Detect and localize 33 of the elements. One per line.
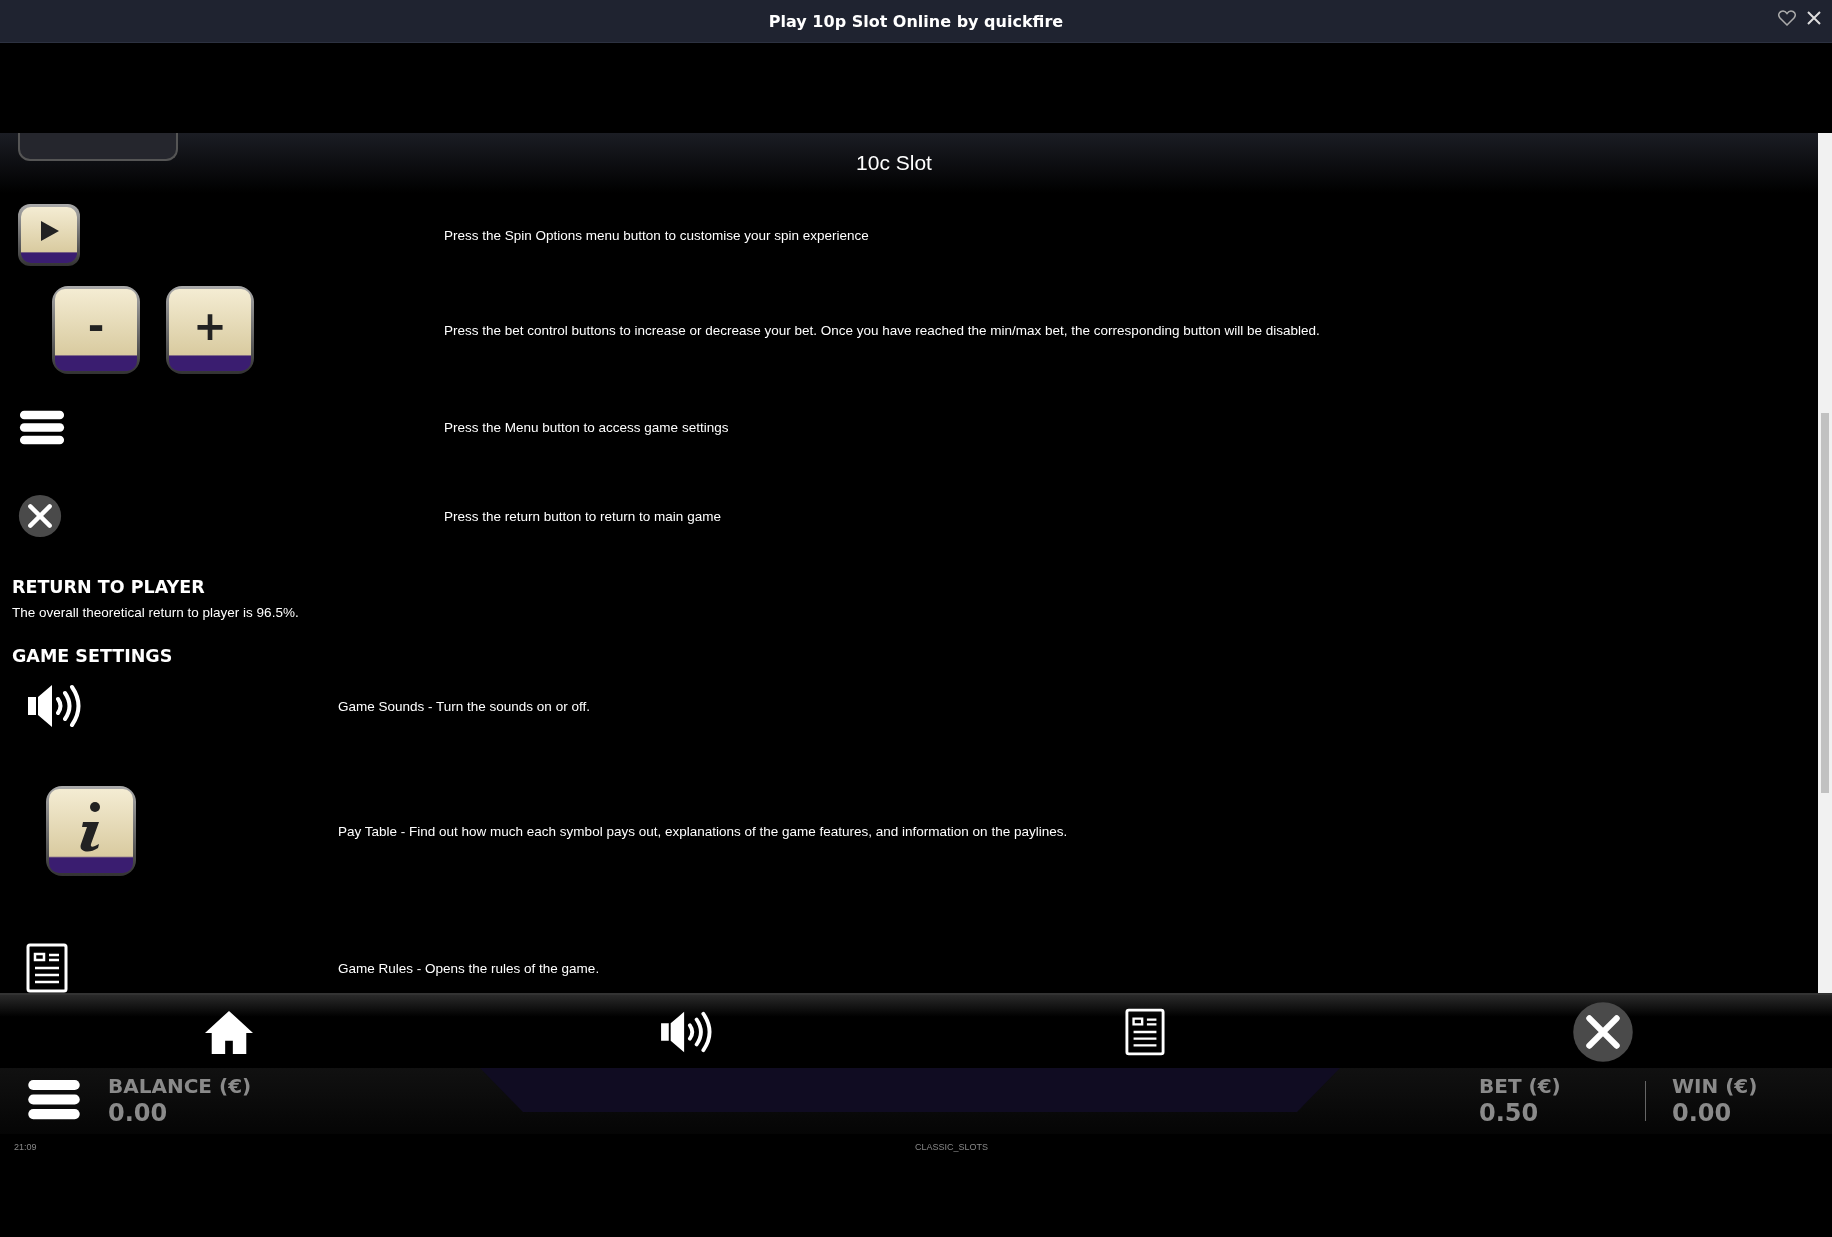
control-description: Press the Spin Options menu button to customise your spin experience bbox=[444, 227, 870, 243]
scrollbar[interactable] bbox=[1818, 133, 1832, 993]
close-icon bbox=[18, 494, 62, 538]
play-button-icon bbox=[18, 204, 80, 266]
section-heading: GAME SETTINGS bbox=[11, 646, 174, 666]
close-icon bbox=[1572, 1000, 1634, 1063]
control-description: Press the return button to return to main game bbox=[444, 508, 722, 524]
help-title: 10c Slot bbox=[856, 151, 932, 175]
setting-description: Game Rules - Opens the rules of the game. bbox=[338, 960, 601, 976]
win-value: 0.00 bbox=[1672, 1098, 1733, 1128]
heart-icon[interactable] bbox=[1778, 10, 1796, 26]
setting-description: Pay Table - Find out how much each symbol pays out, explanations of the game features, and information on the paylines. bbox=[338, 823, 1069, 839]
balance-value: 0.00 bbox=[108, 1098, 169, 1128]
clock-time: 21:09 bbox=[14, 1142, 37, 1152]
section-heading: RETURN TO PLAYER bbox=[11, 577, 206, 597]
window-title: Play 10p Slot Online by quickfire bbox=[768, 11, 1064, 31]
minus-button-icon: - bbox=[52, 286, 140, 374]
setting-description: Game Sounds - Turn the sounds on or off. bbox=[338, 698, 591, 714]
plus-button-icon: + bbox=[166, 286, 254, 374]
nav-button[interactable] bbox=[1572, 1000, 1634, 1063]
document-icon bbox=[26, 943, 68, 993]
bet-value: 0.50 bbox=[1479, 1098, 1540, 1128]
close-icon[interactable] bbox=[1806, 10, 1822, 26]
info-button-icon bbox=[46, 786, 136, 876]
control-description: Press the Menu button to access game settings bbox=[444, 419, 730, 435]
win-label: WIN (€) bbox=[1672, 1074, 1759, 1098]
rtp-text: The overall theoretical return to player is 96.5%. bbox=[11, 605, 300, 620]
nav-button[interactable] bbox=[1125, 1007, 1165, 1056]
balance-label: BALANCE (€) bbox=[108, 1074, 252, 1098]
control-description: Press the bet control buttons to increase or decrease your bet. Once you have reached the min/max bet, the corresponding button will be disabled. bbox=[444, 322, 1321, 338]
game-name: CLASSIC_SLOTS bbox=[914, 1142, 988, 1152]
bet-label: BET (€) bbox=[1479, 1074, 1562, 1098]
document-icon bbox=[1125, 1007, 1165, 1056]
